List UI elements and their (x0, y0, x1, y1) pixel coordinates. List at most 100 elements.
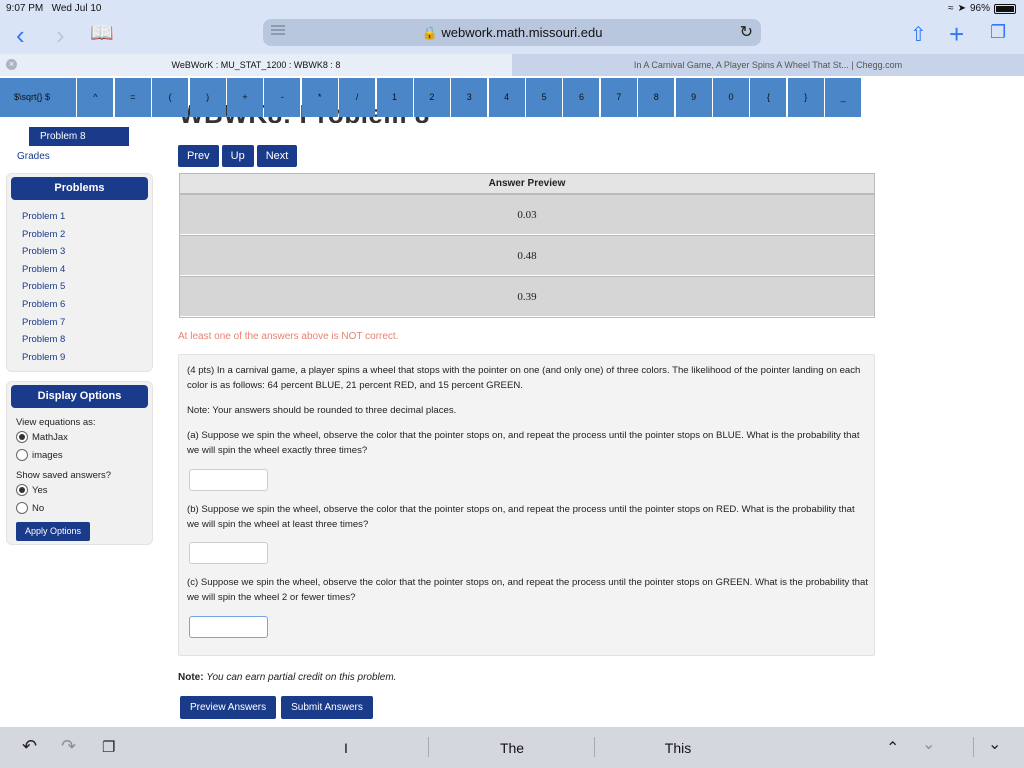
palette-key-lbrace[interactable]: { (750, 78, 787, 117)
problem-link-8[interactable]: Problem 8 (22, 331, 152, 349)
next-button[interactable]: Next (256, 145, 298, 167)
battery-icon (994, 3, 1016, 14)
tab-webwork[interactable]: × WeBWorK : MU_STAT_1200 : WBWK8 : 8 (0, 54, 512, 76)
palette-key-lparen[interactable]: ( (152, 78, 189, 117)
wifi-icon: ≈ (948, 3, 954, 14)
palette-key-rbrace[interactable]: } (787, 78, 824, 117)
answer-preview-table: Answer Preview 0.03 0.48 0.39 (179, 173, 875, 318)
undo-icon[interactable]: ↶ (22, 736, 37, 757)
problem-link-3[interactable]: Problem 3 (22, 243, 152, 261)
palette-key-8[interactable]: 8 (638, 78, 675, 117)
palette-key-6[interactable]: 6 (563, 78, 600, 117)
partial-credit-note: Note: You can earn partial credit on thi… (178, 672, 397, 683)
forward-icon[interactable]: › (56, 22, 65, 48)
submit-row: Preview Answers Submit Answers (180, 696, 373, 719)
answer-preview-row: 0.48 (180, 235, 874, 276)
sidebar-current-problem[interactable]: Problem 8 (29, 127, 129, 146)
palette-key-times[interactable]: * (301, 78, 338, 117)
palette-key-3[interactable]: 3 (451, 78, 488, 117)
location-icon: ➤ (957, 3, 966, 14)
radio-mathjax[interactable]: MathJax (16, 428, 152, 446)
problems-panel: Problems Problem 1 Problem 2 Problem 3 P… (6, 173, 153, 372)
answer-input-c[interactable] (189, 616, 268, 638)
suggestion-3[interactable]: This (598, 740, 758, 756)
preview-answers-button[interactable]: Preview Answers (180, 696, 277, 719)
radio-button[interactable] (16, 431, 28, 443)
up-button[interactable]: Up (221, 145, 254, 167)
palette-key-plus[interactable]: + (226, 78, 263, 117)
problem-link-7[interactable]: Problem 7 (22, 314, 152, 332)
palette-key-sqrt[interactable]: $\sqrt{} $ (0, 78, 76, 117)
answer-input-b[interactable] (189, 542, 268, 564)
radio-button[interactable] (16, 502, 28, 514)
paste-icon[interactable]: ❐ (102, 738, 115, 756)
new-tab-icon[interactable]: + (949, 19, 964, 50)
palette-key-underscore[interactable]: _ (825, 78, 862, 117)
radio-saved-no[interactable]: No (16, 499, 152, 517)
bookmarks-icon[interactable]: 📖 (90, 21, 114, 45)
tabs-icon[interactable]: ❐ (990, 22, 1006, 43)
radio-button[interactable] (16, 484, 28, 496)
redo-icon[interactable]: ↷ (61, 736, 76, 757)
dismiss-keyboard-icon[interactable]: ⌄ (988, 734, 1001, 754)
browser-toolbar: ‹ › 📖 🔒 webwork.math.missouri.edu ↻ ⇧ + … (0, 18, 1024, 54)
problem-box: (4 pts) In a carnival game, a player spi… (178, 354, 875, 656)
chevron-down-icon[interactable]: ⌄ (922, 734, 935, 754)
close-tab-icon[interactable]: × (6, 59, 17, 70)
battery-percent: 96% (969, 3, 990, 14)
suggestion-1[interactable]: I (266, 740, 426, 756)
display-options-panel: Display Options View equations as: MathJ… (6, 381, 153, 545)
answer-input-a[interactable] (189, 469, 268, 491)
problem-part-b: (b) Suppose we spin the wheel, observe t… (187, 504, 855, 530)
problem-link-1[interactable]: Problem 1 (22, 208, 152, 226)
palette-key-7[interactable]: 7 (600, 78, 637, 117)
submit-answers-button[interactable]: Submit Answers (281, 696, 373, 719)
radio-button[interactable] (16, 449, 28, 461)
radio-saved-yes[interactable]: Yes (16, 481, 152, 499)
problem-nav: Prev Up Next (178, 145, 298, 167)
problems-header: Problems (11, 177, 148, 200)
status-time: 9:07 PM Wed Jul 10 (6, 3, 102, 14)
suggestion-divider (428, 737, 429, 757)
palette-key-2[interactable]: 2 (413, 78, 450, 117)
apply-options-button[interactable]: Apply Options (16, 522, 90, 541)
url-text: 🔒 webwork.math.missouri.edu (421, 25, 603, 40)
address-bar[interactable]: 🔒 webwork.math.missouri.edu ↻ (263, 19, 761, 46)
tab-chegg[interactable]: In A Carnival Game, A Player Spins A Whe… (512, 54, 1024, 76)
radio-images[interactable]: images (16, 446, 152, 464)
answer-preview-header: Answer Preview (180, 174, 874, 194)
problem-link-6[interactable]: Problem 6 (22, 296, 152, 314)
share-icon[interactable]: ⇧ (910, 22, 927, 47)
problem-link-4[interactable]: Problem 4 (22, 261, 152, 279)
prev-button[interactable]: Prev (178, 145, 219, 167)
keyboard-suggestion-bar: ↶ ↷ ❐ I The This ⌃ ⌄ ⌄ (0, 727, 1024, 768)
problem-link-5[interactable]: Problem 5 (22, 278, 152, 296)
status-right: ≈ ➤ 96% (948, 3, 1016, 14)
problem-rounding-note: Note: Your answers should be rounded to … (187, 405, 457, 416)
problem-part-c: (c) Suppose we spin the wheel, observe t… (187, 577, 869, 603)
palette-key-0[interactable]: 0 (713, 78, 750, 117)
math-palette: $\sqrt{} $ ^ = ( ) + - * / 1 2 3 4 5 6 7… (0, 78, 863, 118)
palette-key-rparen[interactable]: ) (189, 78, 226, 117)
chevron-up-icon[interactable]: ⌃ (886, 738, 899, 758)
palette-key-caret[interactable]: ^ (77, 78, 114, 117)
answer-preview-row: 0.39 (180, 276, 874, 317)
palette-key-equals[interactable]: = (114, 78, 151, 117)
status-bar: 9:07 PM Wed Jul 10 ≈ ➤ 96% (0, 0, 1024, 18)
palette-key-1[interactable]: 1 (376, 78, 413, 117)
back-icon[interactable]: ‹ (16, 22, 25, 48)
incorrect-warning: At least one of the answers above is NOT… (178, 331, 399, 342)
grades-link[interactable]: Grades (17, 151, 50, 162)
view-equations-label: View equations as: (16, 417, 96, 428)
palette-key-minus[interactable]: - (264, 78, 301, 117)
problem-intro: (4 pts) In a carnival game, a player spi… (187, 365, 861, 391)
palette-key-divide[interactable]: / (339, 78, 376, 117)
palette-key-4[interactable]: 4 (488, 78, 525, 117)
problem-link-9[interactable]: Problem 9 (22, 349, 152, 367)
suggestion-2[interactable]: The (432, 740, 592, 756)
problem-link-2[interactable]: Problem 2 (22, 226, 152, 244)
palette-key-5[interactable]: 5 (526, 78, 563, 117)
palette-key-9[interactable]: 9 (675, 78, 712, 117)
reload-icon[interactable]: ↻ (740, 22, 753, 42)
suggestion-divider (594, 737, 595, 757)
